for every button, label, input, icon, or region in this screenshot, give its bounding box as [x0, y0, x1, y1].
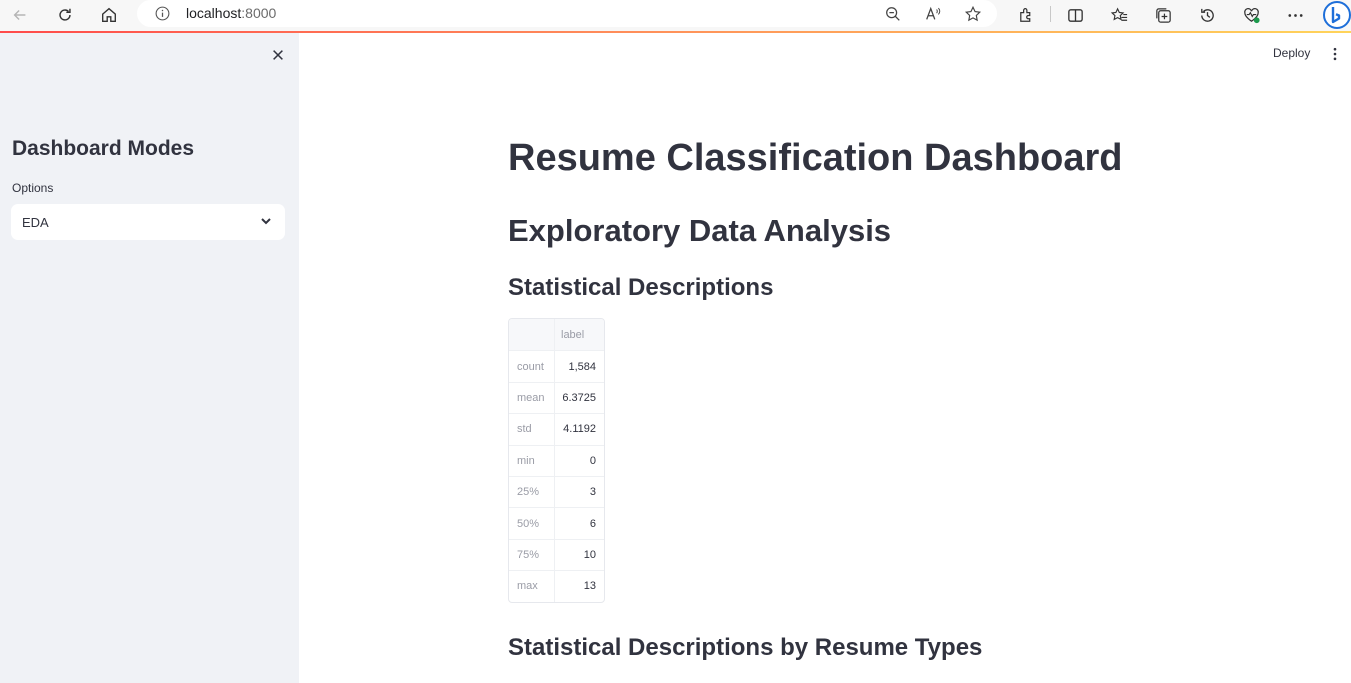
- table-header-row: label: [509, 319, 604, 351]
- home-icon[interactable]: [95, 2, 123, 28]
- cell-value: 3: [589, 486, 596, 499]
- cell-value: 13: [583, 580, 596, 593]
- bing-copilot-icon[interactable]: [1321, 0, 1351, 30]
- subsection-title-stats: Statistical Descriptions: [508, 274, 774, 301]
- favorite-star-icon[interactable]: [962, 3, 984, 25]
- table-row: min 0: [509, 444, 604, 476]
- performance-icon[interactable]: [1239, 3, 1263, 27]
- address-bar[interactable]: localhost:8000: [137, 0, 997, 27]
- cell-value: 6: [589, 517, 596, 530]
- row-index: mean: [509, 382, 555, 414]
- refresh-icon[interactable]: [51, 2, 79, 28]
- cell-value: 10: [583, 548, 596, 561]
- history-icon[interactable]: [1195, 3, 1219, 27]
- row-index: 50%: [509, 508, 555, 539]
- options-select-value: EDA: [22, 215, 49, 230]
- table-corner-cell: [509, 319, 555, 351]
- table-row: max 13: [509, 570, 604, 602]
- toolbar-divider: [1050, 6, 1051, 22]
- table-row: 50% 6: [509, 507, 604, 539]
- subsection-title-by-type: Statistical Descriptions by Resume Types: [508, 634, 983, 661]
- sidebar-title: Dashboard Modes: [12, 137, 195, 160]
- cell-value: 1,584: [568, 360, 596, 373]
- info-icon[interactable]: [154, 5, 171, 22]
- back-icon[interactable]: [6, 2, 34, 28]
- row-index: min: [509, 445, 555, 476]
- table-row: mean 6.3725: [509, 381, 604, 414]
- cell-value: 0: [589, 454, 596, 467]
- more-icon[interactable]: [1283, 3, 1307, 27]
- options-label: Options: [12, 181, 54, 195]
- zoom-out-icon[interactable]: [882, 3, 904, 25]
- stats-dataframe[interactable]: label count 1,584 mean 6.3725 std 4.1192…: [508, 318, 605, 603]
- sidebar: Dashboard Modes Options EDA: [0, 33, 299, 683]
- row-index: std: [509, 414, 555, 445]
- chevron-down-icon: [259, 214, 273, 228]
- section-title-eda: Exploratory Data Analysis: [508, 213, 892, 248]
- column-header-label[interactable]: label: [555, 319, 604, 351]
- main-menu-icon[interactable]: [1326, 45, 1344, 63]
- table-row: 75% 10: [509, 538, 604, 571]
- close-icon[interactable]: [266, 44, 290, 66]
- split-screen-icon[interactable]: [1063, 3, 1087, 27]
- extensions-icon[interactable]: [1014, 3, 1038, 27]
- table-row: std 4.1192: [509, 413, 604, 445]
- collections-icon[interactable]: [1151, 3, 1175, 27]
- row-index: count: [509, 351, 555, 382]
- row-index: 25%: [509, 476, 555, 508]
- table-row: count 1,584: [509, 350, 604, 382]
- url-text: localhost:8000: [186, 5, 277, 21]
- options-select[interactable]: EDA: [11, 204, 285, 240]
- browser-toolbar: localhost:8000: [0, 0, 1351, 31]
- row-index: 75%: [509, 539, 555, 571]
- deploy-button[interactable]: Deploy: [1273, 46, 1310, 60]
- page-title: Resume Classification Dashboard: [508, 137, 1123, 179]
- cell-value: 6.3725: [562, 391, 596, 404]
- table-row: 25% 3: [509, 475, 604, 508]
- row-index: max: [509, 571, 555, 602]
- favorites-icon[interactable]: [1107, 3, 1131, 27]
- cell-value: 4.1192: [563, 423, 596, 436]
- read-aloud-icon[interactable]: [922, 3, 944, 25]
